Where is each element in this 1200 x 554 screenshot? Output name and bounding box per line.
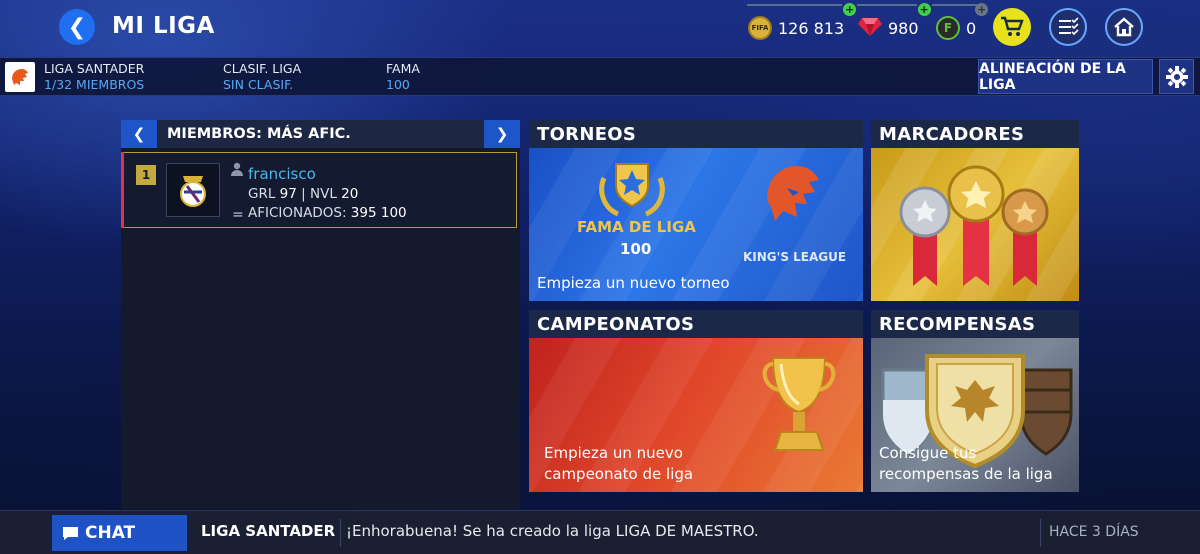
member-fans-label: AFICIONADOS: [248, 205, 347, 221]
chat-message[interactable]: ¡Enhorabuena! Se ha creado la liga LIGA … [346, 522, 759, 540]
chat-divider [1040, 519, 1041, 547]
members-next-button[interactable]: ❯ [484, 120, 520, 148]
equal-icon: = [232, 207, 244, 223]
member-nvl: 20 [341, 186, 359, 202]
members-panel-header: ❮ MIEMBROS: MÁS AFIC. ❯ [121, 120, 520, 148]
coins-balance[interactable]: FIFA 126 813 + [748, 3, 857, 42]
league-lineup-button[interactable]: ALINEACIÓN DE LA LIGA [978, 59, 1153, 94]
fifa-points-value: 0 [966, 18, 977, 38]
member-fans: AFICIONADOS: 395 100 [248, 205, 407, 221]
tournaments-title: TORNEOS [529, 120, 863, 148]
coin-icon: FIFA [748, 16, 772, 40]
member-grl: 97 [279, 186, 297, 202]
currency-divider [747, 4, 842, 6]
league-name-label: LIGA SANTADER [44, 61, 145, 76]
league-fame-number: 100 [620, 240, 652, 258]
tournaments-tile-body: FAMA DE LIGA 100 KING'S LEAGUE Empieza u… [529, 148, 863, 301]
laurel-star-icon [599, 163, 665, 217]
league-members-value: 1/32 MIEMBROS [44, 77, 145, 92]
rewards-tile[interactable]: RECOMPENSAS Consigue tus recompensas de … [871, 310, 1079, 492]
league-fame-label: FAMA [386, 61, 420, 76]
member-name[interactable]: francisco [248, 165, 316, 183]
league-rank-label: CLASIF. LIGA [223, 61, 302, 76]
currency-divider [932, 4, 977, 6]
kings-league-lion-icon [767, 166, 819, 221]
fifa-points-icon: F [936, 16, 960, 40]
add-gems-icon[interactable]: + [917, 3, 931, 16]
rewards-description-line2: recompensas de la liga [879, 465, 1053, 483]
store-button[interactable] [993, 8, 1031, 46]
league-crest [5, 62, 35, 92]
league-fame-title: FAMA DE LIGA [577, 218, 696, 236]
members-prev-button[interactable]: ❮ [121, 120, 157, 148]
chat-bar: CHAT LIGA SANTADER ¡Enhorabuena! Se ha c… [0, 510, 1200, 554]
championships-tile[interactable]: CAMPEONATOS Empieza un nuevo campeonato … [529, 310, 863, 492]
objectives-button[interactable] [1049, 8, 1087, 46]
checklist-icon [1059, 17, 1079, 36]
scoreboards-tile-body [871, 148, 1079, 301]
championships-tile-body: Empieza un nuevo campeonato de liga [529, 338, 863, 492]
championships-description-line2: campeonato de liga [544, 465, 694, 483]
page-title: MI LIGA [112, 13, 215, 39]
chat-league-name: LIGA SANTADER [201, 522, 336, 540]
cart-icon [1001, 16, 1024, 36]
user-icon [230, 161, 244, 180]
members-panel-title: MIEMBROS: MÁS AFIC. [157, 120, 484, 148]
lion-crest-icon [12, 69, 28, 85]
trophy-icon [762, 357, 836, 451]
add-coins-icon[interactable]: + [843, 3, 857, 16]
gem-icon [858, 16, 882, 40]
add-fifa-points-icon[interactable]: + [975, 3, 989, 16]
fifa-points-balance[interactable]: F 0 + [936, 3, 989, 42]
rewards-description-line1: Consigue tus [879, 444, 977, 462]
member-fans-value: 395 100 [350, 205, 407, 221]
league-fame-value: 100 [386, 77, 410, 92]
top-bar: ❮ MI LIGA FIFA 126 813 + 980 + F 0 + [0, 0, 1200, 55]
chat-bubble-icon [63, 526, 78, 540]
league-rank-value: SIN CLASIF. [223, 77, 294, 92]
member-rank: 1 [136, 165, 156, 185]
club-badge [166, 163, 220, 217]
tournaments-tile[interactable]: TORNEOS FAMA DE LIGA 100 KING'S LEAGUE E… [529, 120, 863, 301]
kings-league-label: KING'S LEAGUE [743, 250, 847, 264]
member-nvl-label: NVL [310, 186, 337, 202]
chat-button-label: CHAT [85, 523, 136, 543]
chat-divider [340, 519, 341, 547]
gems-balance[interactable]: 980 + [858, 3, 931, 42]
championships-title: CAMPEONATOS [529, 310, 863, 338]
settings-button[interactable] [1159, 59, 1194, 94]
coins-value: 126 813 [778, 18, 845, 38]
member-stats: GRL 97 | NVL 20 [248, 186, 358, 202]
tournaments-description: Empieza un nuevo torneo [537, 274, 730, 292]
medals-icon [899, 165, 1049, 286]
currency-divider [857, 4, 917, 6]
home-icon [1114, 17, 1134, 37]
club-crest-icon [180, 176, 206, 207]
scoreboards-tile[interactable]: MARCADORES [871, 120, 1079, 301]
championships-description-line1: Empieza un nuevo [544, 444, 683, 462]
stats-separator: | [301, 186, 310, 202]
home-button[interactable] [1105, 8, 1143, 46]
member-grl-label: GRL [248, 186, 276, 202]
scoreboards-title: MARCADORES [871, 120, 1079, 148]
rewards-tile-body: Consigue tus recompensas de la liga [871, 338, 1079, 492]
back-button[interactable]: ❮ [59, 9, 95, 45]
gems-value: 980 [888, 18, 919, 38]
settings-gear-icon [1165, 65, 1188, 88]
member-row[interactable]: 1 francisco GRL 97 | NVL 20 = AFICIONADO… [121, 152, 517, 228]
chat-button[interactable]: CHAT [52, 515, 187, 551]
members-panel: ❮ MIEMBROS: MÁS AFIC. ❯ 1 francisco GRL … [121, 120, 520, 509]
chat-timestamp: HACE 3 DÍAS [1049, 524, 1139, 540]
rewards-title: RECOMPENSAS [871, 310, 1079, 338]
back-icon: ❮ [67, 14, 87, 40]
